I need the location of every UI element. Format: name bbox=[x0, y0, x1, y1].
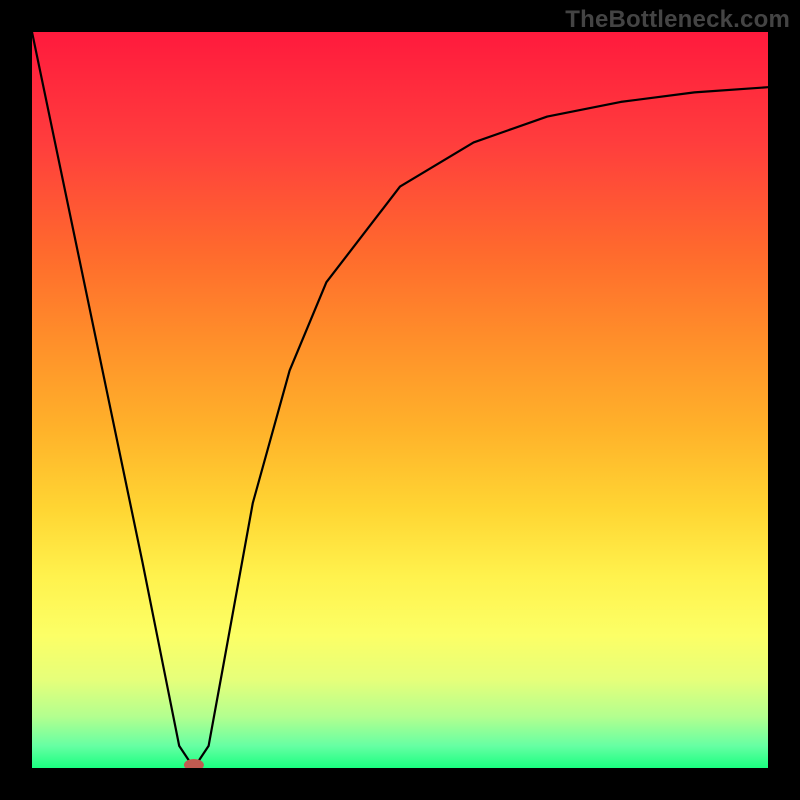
curve-svg bbox=[32, 32, 768, 768]
watermark-label: TheBottleneck.com bbox=[565, 6, 790, 34]
plot-area bbox=[32, 32, 768, 768]
minimum-marker bbox=[184, 759, 204, 768]
chart-frame: TheBottleneck.com bbox=[0, 0, 800, 800]
bottleneck-curve-path bbox=[32, 32, 768, 768]
